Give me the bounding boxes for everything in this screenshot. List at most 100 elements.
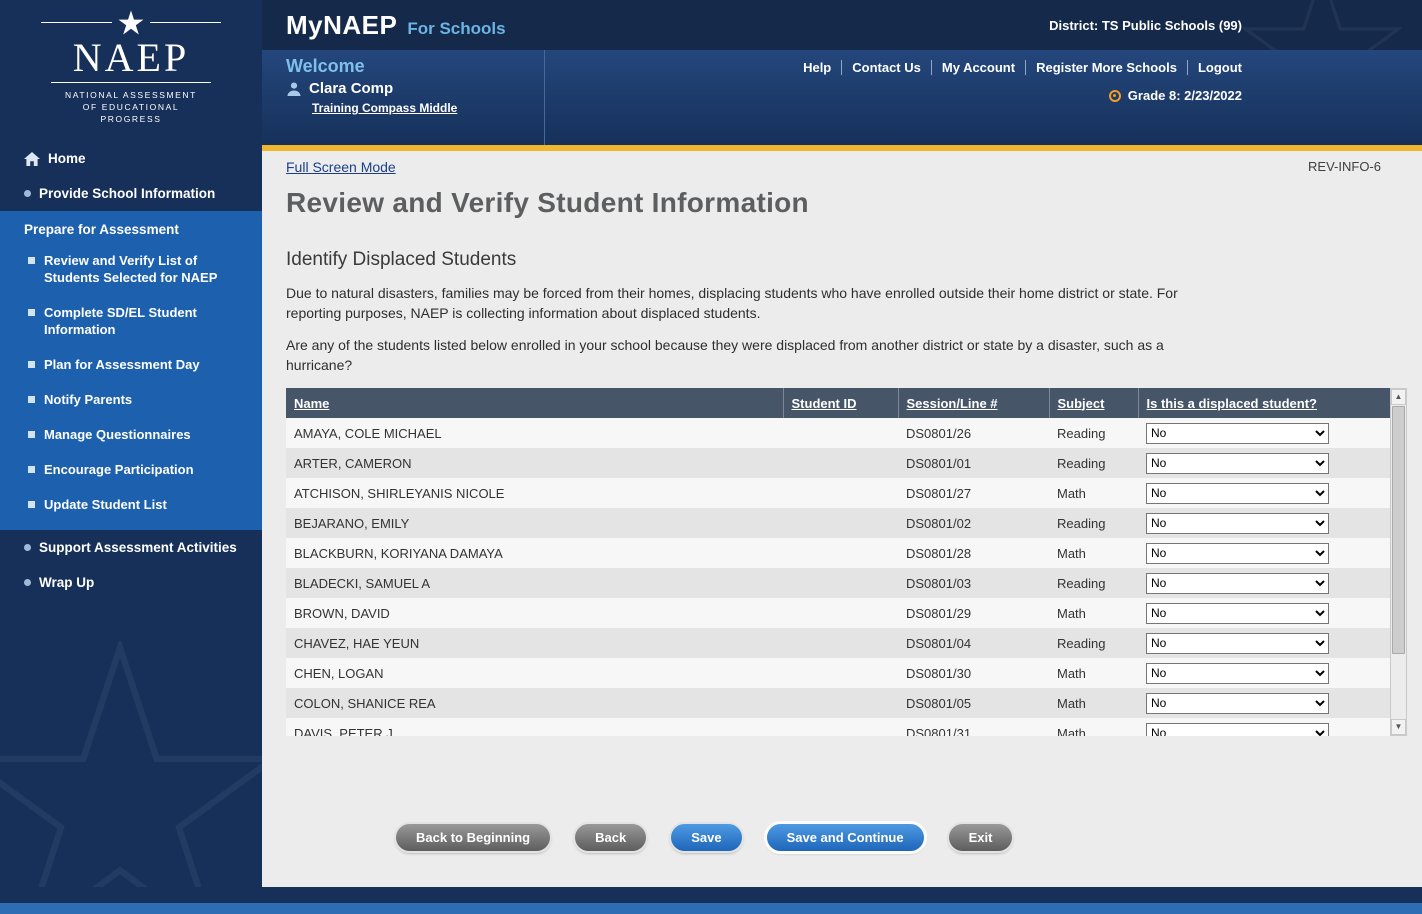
cell-student-id [783, 508, 898, 538]
displaced-select[interactable]: No [1146, 693, 1329, 714]
scrollbar-thumb[interactable] [1392, 406, 1405, 654]
cell-session-line: DS0801/03 [898, 568, 1049, 598]
cell-displaced: No [1138, 718, 1390, 736]
home-icon [24, 152, 40, 166]
naep-logo-name: NAEP [41, 35, 221, 81]
column-header-subject: Subject [1049, 388, 1138, 418]
table-row: CHEN, LOGAN DS0801/30 Math No [286, 658, 1390, 688]
sidebar-item-label: Plan for Assessment Day [44, 356, 200, 373]
sidebar-item-complete-sd-el-information[interactable]: Complete SD/EL Student Information [0, 295, 262, 347]
welcome-header: Welcome Clara Comp Training Compass Midd… [262, 50, 1422, 145]
displaced-select[interactable]: No [1146, 663, 1329, 684]
cell-name: COLON, SHANICE REA [286, 688, 783, 718]
sidebar-item-update-student-list[interactable]: Update Student List [0, 487, 262, 522]
column-header-displaced: Is this a displaced student? [1138, 388, 1390, 418]
displaced-select[interactable]: No [1146, 543, 1329, 564]
cell-name: CHAVEZ, HAE YEUN [286, 628, 783, 658]
displaced-select[interactable]: No [1146, 573, 1329, 594]
sidebar-item-label: Update Student List [44, 496, 167, 513]
bullet-dot-icon [24, 544, 31, 551]
displaced-select[interactable]: No [1146, 483, 1329, 504]
exit-button[interactable]: Exit [949, 824, 1013, 851]
main-content: Full Screen Mode REV-INFO-6 Review and V… [262, 151, 1422, 887]
back-button[interactable]: Back [575, 824, 646, 851]
cell-student-id [783, 658, 898, 688]
app-subtitle: For Schools [407, 19, 505, 39]
displaced-select[interactable]: No [1146, 513, 1329, 534]
cell-student-id [783, 568, 898, 598]
scroll-up-arrow-icon[interactable]: ▲ [1391, 389, 1406, 405]
cell-name: AMAYA, COLE MICHAEL [286, 418, 783, 448]
column-header-displaced-link[interactable]: Is this a displaced student? [1147, 396, 1317, 411]
save-and-continue-button[interactable]: Save and Continue [767, 824, 924, 851]
cell-student-id [783, 538, 898, 568]
scroll-down-arrow-icon[interactable]: ▼ [1391, 719, 1406, 735]
displaced-select[interactable]: No [1146, 723, 1329, 737]
sidebar-item-notify-parents[interactable]: Notify Parents [0, 382, 262, 417]
sidebar-item-label: Support Assessment Activities [39, 540, 237, 555]
top-header: MyNAEP For Schools District: TS Public S… [262, 0, 1422, 50]
nav-link-my-account[interactable]: My Account [931, 60, 1025, 75]
cell-session-line: DS0801/02 [898, 508, 1049, 538]
naep-logo-subtext: NATIONAL ASSESSMENT OF EDUCATIONAL PROGR… [41, 89, 221, 125]
table-row: BROWN, DAVID DS0801/29 Math No [286, 598, 1390, 628]
bullet-square-icon [28, 466, 35, 473]
column-header-session-line-link[interactable]: Session/Line # [907, 396, 998, 411]
sidebar-item-label: Encourage Participation [44, 461, 194, 478]
nav-link-register-more-schools[interactable]: Register More Schools [1025, 60, 1187, 75]
student-table-body: AMAYA, COLE MICHAEL DS0801/26 Reading No… [286, 418, 1390, 736]
grade-target-icon [1109, 90, 1121, 102]
sidebar-item-provide-school-information[interactable]: Provide School Information [0, 176, 262, 211]
save-button[interactable]: Save [671, 824, 741, 851]
bullet-square-icon [28, 257, 35, 264]
cell-session-line: DS0801/04 [898, 628, 1049, 658]
displaced-select[interactable]: No [1146, 633, 1329, 654]
sidebar-item-plan-for-assessment-day[interactable]: Plan for Assessment Day [0, 347, 262, 382]
nav-link-contact-us[interactable]: Contact Us [841, 60, 931, 75]
cell-name: ARTER, CAMERON [286, 448, 783, 478]
cell-name: BROWN, DAVID [286, 598, 783, 628]
cell-student-id [783, 598, 898, 628]
table-row: BEJARANO, EMILY DS0801/02 Reading No [286, 508, 1390, 538]
table-row: BLADECKI, SAMUEL A DS0801/03 Reading No [286, 568, 1390, 598]
cell-displaced: No [1138, 508, 1390, 538]
nav-link-logout[interactable]: Logout [1187, 60, 1242, 75]
cell-student-id [783, 448, 898, 478]
bullet-square-icon [28, 309, 35, 316]
sidebar-section-prepare-for-assessment: Prepare for Assessment Review and Verify… [0, 211, 262, 530]
sidebar-item-manage-questionnaires[interactable]: Manage Questionnaires [0, 417, 262, 452]
cell-displaced: No [1138, 538, 1390, 568]
cell-subject: Reading [1049, 568, 1138, 598]
cell-subject: Reading [1049, 628, 1138, 658]
table-row: BLACKBURN, KORIYANA DAMAYA DS0801/28 Mat… [286, 538, 1390, 568]
table-row: ATCHISON, SHIRLEYANIS NICOLE DS0801/27 M… [286, 478, 1390, 508]
page: NAEP NATIONAL ASSESSMENT OF EDUCATIONAL … [0, 0, 1422, 914]
school-link[interactable]: Training Compass Middle [312, 101, 457, 115]
cell-student-id [783, 478, 898, 508]
sidebar-item-support-assessment-activities[interactable]: Support Assessment Activities [0, 530, 262, 565]
cell-subject: Math [1049, 538, 1138, 568]
student-table: Name Student ID Session/Line # Subject I… [286, 388, 1390, 736]
column-header-session-line: Session/Line # [898, 388, 1049, 418]
displaced-select[interactable]: No [1146, 423, 1329, 444]
cell-name: DAVIS, PETER J [286, 718, 783, 736]
back-to-beginning-button[interactable]: Back to Beginning [396, 824, 550, 851]
sidebar-item-review-and-verify-list[interactable]: Review and Verify List of Students Selec… [0, 243, 262, 295]
column-header-student-id-link[interactable]: Student ID [792, 396, 857, 411]
displaced-select[interactable]: No [1146, 453, 1329, 474]
cell-session-line: DS0801/05 [898, 688, 1049, 718]
sidebar-item-wrap-up[interactable]: Wrap Up [0, 565, 262, 600]
displaced-select[interactable]: No [1146, 603, 1329, 624]
sidebar-item-home[interactable]: Home [0, 141, 262, 176]
full-screen-mode-link[interactable]: Full Screen Mode [286, 159, 396, 175]
column-header-subject-link[interactable]: Subject [1058, 396, 1105, 411]
sidebar-item-label: Wrap Up [39, 575, 94, 590]
nav-link-help[interactable]: Help [793, 60, 841, 75]
table-row: AMAYA, COLE MICHAEL DS0801/26 Reading No [286, 418, 1390, 448]
sidebar: NAEP NATIONAL ASSESSMENT OF EDUCATIONAL … [0, 0, 262, 887]
column-header-name-link[interactable]: Name [294, 396, 329, 411]
sidebar-item-prepare-for-assessment[interactable]: Prepare for Assessment [0, 212, 262, 243]
sidebar-item-encourage-participation[interactable]: Encourage Participation [0, 452, 262, 487]
user-icon [286, 81, 302, 97]
table-scrollbar[interactable]: ▲ ▼ [1390, 388, 1407, 736]
